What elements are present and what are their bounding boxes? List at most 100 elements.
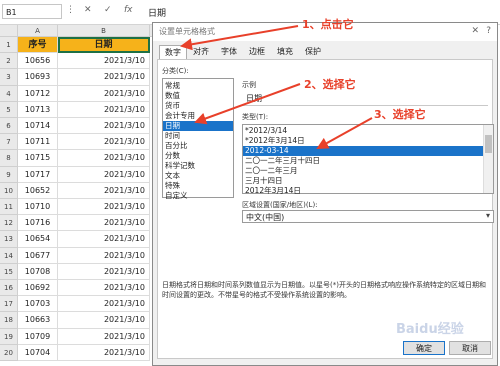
category-item[interactable]: 日期 xyxy=(163,121,233,131)
table-cell-id[interactable]: 10709 xyxy=(18,328,58,345)
row-header[interactable]: 10 xyxy=(0,182,18,199)
category-item[interactable]: 百分比 xyxy=(163,141,233,151)
row-header[interactable]: 13 xyxy=(0,231,18,248)
table-cell-id[interactable]: 10693 xyxy=(18,69,58,86)
tab-font[interactable]: 字体 xyxy=(217,45,241,59)
table-cell-id[interactable]: 10677 xyxy=(18,247,58,264)
category-item[interactable]: 科学记数 xyxy=(163,161,233,171)
table-cell-id[interactable]: 10654 xyxy=(18,231,58,248)
row-header[interactable]: 19 xyxy=(0,328,18,345)
table-cell-id[interactable]: 10711 xyxy=(18,134,58,151)
tab-alignment[interactable]: 对齐 xyxy=(189,45,213,59)
tab-fill[interactable]: 填充 xyxy=(273,45,297,59)
tab-border[interactable]: 边框 xyxy=(245,45,269,59)
table-cell-id[interactable]: 10716 xyxy=(18,215,58,232)
category-item[interactable]: 时间 xyxy=(163,131,233,141)
row-header[interactable]: 17 xyxy=(0,296,18,313)
table-cell-date[interactable]: 2021/3/10 xyxy=(58,101,150,118)
table-cell-date[interactable]: 2021/3/10 xyxy=(58,182,150,199)
table-cell-id[interactable]: 10708 xyxy=(18,263,58,280)
table-cell-id[interactable]: 10714 xyxy=(18,118,58,135)
type-item[interactable]: 三月十四日 xyxy=(243,176,483,186)
header-cell-id[interactable]: 序号 xyxy=(18,37,58,54)
category-list[interactable]: 常规 数值 货币 会计专用 日期 时间 百分比 分数 科学记数 文本 特殊 自定义 xyxy=(162,78,234,201)
table-cell-date[interactable]: 2021/3/10 xyxy=(58,69,150,86)
category-item[interactable]: 货币 xyxy=(163,101,233,111)
help-icon[interactable]: ? xyxy=(486,26,491,36)
close-icon[interactable]: ✕ xyxy=(471,26,479,36)
row-header[interactable]: 9 xyxy=(0,166,18,183)
table-cell-date[interactable]: 2021/3/10 xyxy=(58,150,150,167)
category-item[interactable]: 文本 xyxy=(163,171,233,181)
row-header[interactable]: 8 xyxy=(0,150,18,167)
row-header[interactable]: 7 xyxy=(0,134,18,151)
select-all-corner[interactable] xyxy=(0,25,18,37)
table-cell-date[interactable]: 2021/3/10 xyxy=(58,247,150,264)
table-cell-id[interactable]: 10692 xyxy=(18,280,58,297)
table-cell-id[interactable]: 10663 xyxy=(18,312,58,329)
category-item[interactable]: 分数 xyxy=(163,151,233,161)
table-cell-date[interactable]: 2021/3/10 xyxy=(58,215,150,232)
table-cell-date[interactable]: 2021/3/10 xyxy=(58,263,150,280)
type-list[interactable]: *2012/3/14 *2012年3月14日 2012-03-14 二〇一二年三月十四… xyxy=(242,124,494,196)
table-cell-date[interactable]: 2021/3/10 xyxy=(58,118,150,135)
table-cell-id[interactable]: 10710 xyxy=(18,199,58,216)
type-item[interactable]: *2012/3/14 xyxy=(243,126,483,136)
table-cell-date[interactable]: 2021/3/10 xyxy=(58,134,150,151)
table-cell-date[interactable]: 2021/3/10 xyxy=(58,53,150,70)
row-header[interactable]: 1 xyxy=(0,37,18,54)
row-header[interactable]: 2 xyxy=(0,53,18,70)
table-cell-id[interactable]: 10715 xyxy=(18,150,58,167)
table-cell-date[interactable]: 2021/3/10 xyxy=(58,296,150,313)
category-item[interactable]: 常规 xyxy=(163,81,233,91)
category-item[interactable]: 特殊 xyxy=(163,181,233,191)
table-cell-id[interactable]: 10703 xyxy=(18,296,58,313)
column-header-b[interactable]: B xyxy=(58,25,150,37)
category-item[interactable]: 自定义 xyxy=(163,191,233,201)
type-item[interactable]: 2012-03-14 xyxy=(243,146,483,156)
row-header[interactable]: 3 xyxy=(0,69,18,86)
locale-select[interactable]: 中文(中国) ▾ xyxy=(242,210,494,223)
scrollbar-thumb[interactable] xyxy=(485,135,492,153)
row-header[interactable]: 5 xyxy=(0,101,18,118)
table-cell-date[interactable]: 2021/3/10 xyxy=(58,231,150,248)
table-cell-date[interactable]: 2021/3/10 xyxy=(58,280,150,297)
row-header[interactable]: 4 xyxy=(0,85,18,102)
row-header[interactable]: 6 xyxy=(0,118,18,135)
formula-input[interactable]: 日期 xyxy=(148,6,166,19)
table-cell-id[interactable]: 10713 xyxy=(18,101,58,118)
type-item[interactable]: 2012年3月14日 xyxy=(243,186,483,196)
row-header[interactable]: 14 xyxy=(0,247,18,264)
type-item[interactable]: 二〇一二年三月 xyxy=(243,166,483,176)
row-header[interactable]: 15 xyxy=(0,263,18,280)
name-box[interactable]: B1 xyxy=(2,4,62,19)
row-header[interactable]: 16 xyxy=(0,280,18,297)
ok-button[interactable]: 确定 xyxy=(403,341,445,355)
tab-number[interactable]: 数字 xyxy=(159,45,187,60)
table-cell-date[interactable]: 2021/3/10 xyxy=(58,312,150,329)
table-cell-date[interactable]: 2021/3/10 xyxy=(58,199,150,216)
confirm-icon[interactable]: ✓ xyxy=(104,5,112,15)
cancel-button[interactable]: 取消 xyxy=(449,341,491,355)
table-cell-id[interactable]: 10652 xyxy=(18,182,58,199)
cancel-icon[interactable]: ✕ xyxy=(84,5,92,15)
table-cell-id[interactable]: 10704 xyxy=(18,344,58,361)
table-cell-id[interactable]: 10656 xyxy=(18,53,58,70)
function-icon[interactable]: fx xyxy=(124,5,133,15)
row-header[interactable]: 18 xyxy=(0,312,18,329)
row-header[interactable]: 20 xyxy=(0,344,18,361)
row-header[interactable]: 12 xyxy=(0,215,18,232)
column-header-a[interactable]: A xyxy=(18,25,58,37)
table-cell-date[interactable]: 2021/3/10 xyxy=(58,85,150,102)
category-item[interactable]: 数值 xyxy=(163,91,233,101)
tab-protection[interactable]: 保护 xyxy=(301,45,325,59)
table-cell-date[interactable]: 2021/3/10 xyxy=(58,166,150,183)
row-header[interactable]: 11 xyxy=(0,199,18,216)
table-cell-date[interactable]: 2021/3/10 xyxy=(58,328,150,345)
type-item[interactable]: 二〇一二年三月十四日 xyxy=(243,156,483,166)
type-item[interactable]: *2012年3月14日 xyxy=(243,136,483,146)
table-cell-id[interactable]: 10717 xyxy=(18,166,58,183)
category-item[interactable]: 会计专用 xyxy=(163,111,233,121)
table-cell-id[interactable]: 10712 xyxy=(18,85,58,102)
header-cell-date[interactable]: 日期 xyxy=(58,37,150,54)
